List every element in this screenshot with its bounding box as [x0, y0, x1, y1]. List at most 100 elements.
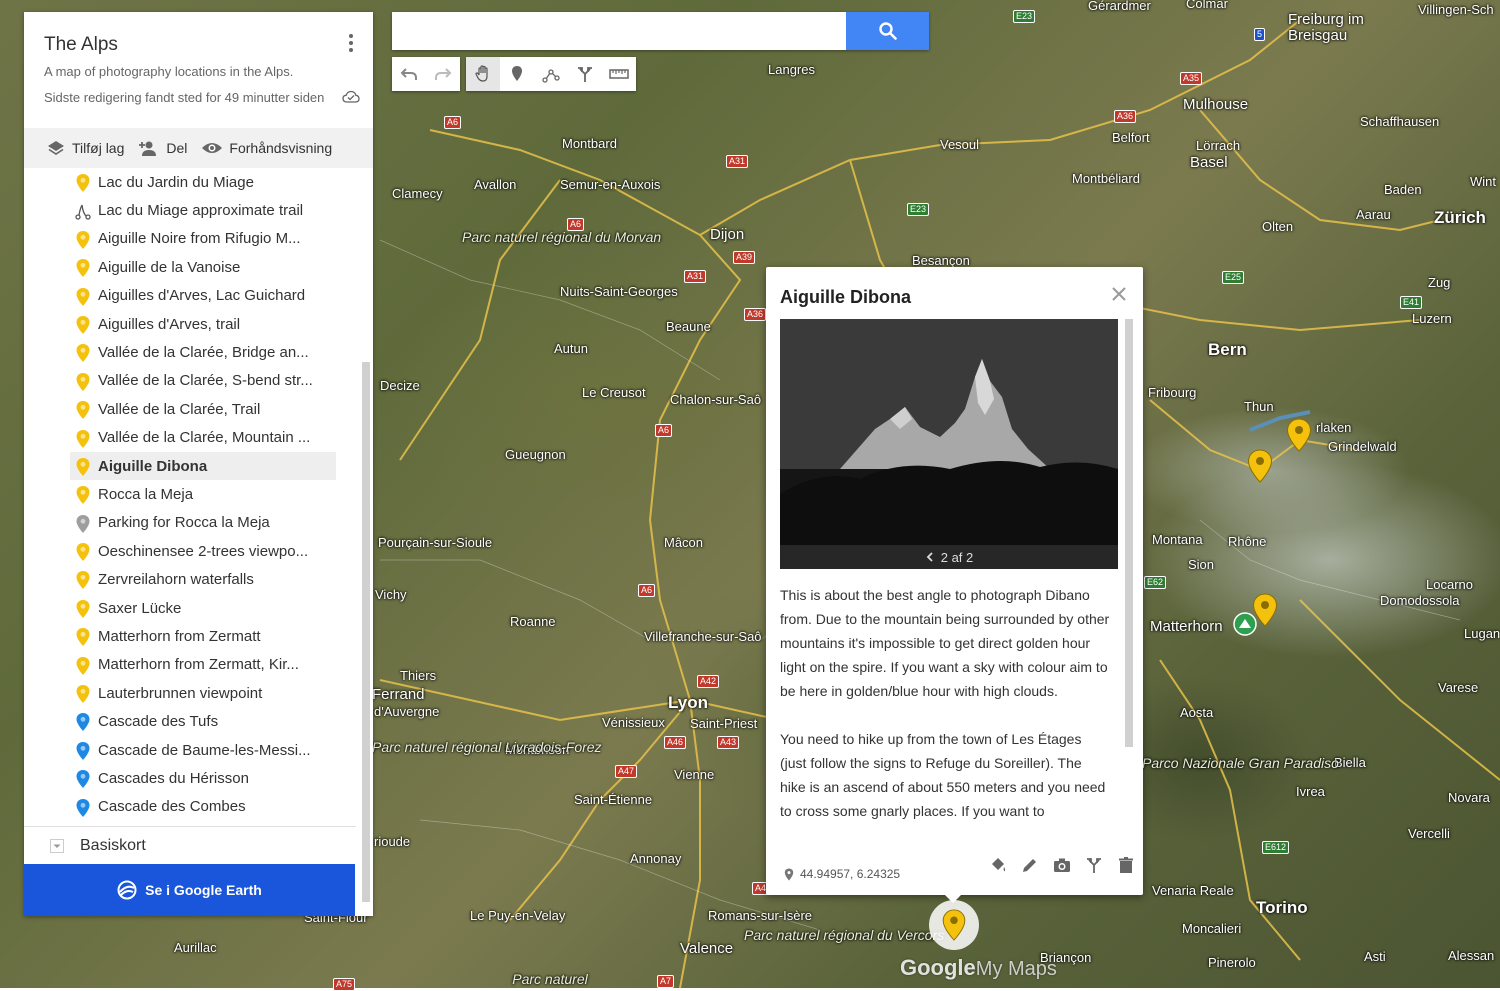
list-item[interactable]: Zervreilahorn waterfalls	[24, 565, 362, 593]
list-item[interactable]: Vallée de la Clarée, Bridge an...	[24, 338, 362, 366]
description-paragraph: This is about the best angle to photogra…	[780, 587, 1110, 699]
pan-tool-button[interactable]	[466, 57, 500, 91]
camera-icon[interactable]	[1052, 855, 1072, 875]
more-options-icon[interactable]	[342, 32, 360, 54]
place-label: Basel	[1190, 154, 1228, 171]
mountain-marker-icon[interactable]	[1233, 612, 1257, 636]
list-item[interactable]: Parking for Rocca la Meja	[24, 509, 362, 537]
place-label: Clamecy	[392, 186, 443, 201]
trash-icon[interactable]	[1116, 855, 1136, 875]
list-item-label: Rocca la Meja	[98, 485, 194, 503]
draw-line-button[interactable]	[534, 57, 568, 91]
pin-yellow-icon	[76, 571, 90, 590]
list-item-label: Aiguille Dibona	[98, 457, 208, 475]
place-label: Varese	[1438, 680, 1479, 695]
share-label: Del	[166, 140, 188, 156]
list-item-label: Saxer Lücke	[98, 599, 182, 617]
basemap-section[interactable]: Basiskort	[24, 826, 356, 865]
cloud-saved-icon	[342, 90, 360, 103]
place-label: Montbard	[562, 136, 617, 151]
directions-icon	[578, 67, 592, 82]
place-label: Villingen-Sch	[1418, 2, 1494, 17]
place-label: Semur-en-Auxois	[560, 177, 661, 192]
place-label: Nuits-Saint-Georges	[560, 284, 678, 299]
road-shield: A46	[664, 736, 687, 749]
place-label: Romans-sur-Isère	[708, 908, 813, 923]
place-label: Le Puy-en-Velay	[470, 908, 566, 923]
list-item[interactable]: Vallée de la Clarée, Trail	[24, 395, 362, 423]
list-item[interactable]: Aiguilles d'Arves, trail	[24, 310, 362, 338]
list-item[interactable]: Matterhorn from Zermatt	[24, 622, 362, 650]
list-item-label: Vallée de la Clarée, Trail	[98, 400, 261, 418]
road-shield: A6	[655, 424, 673, 437]
list-item[interactable]: Aiguille Noire from Rifugio M...	[24, 225, 362, 253]
road-shield: E23	[907, 203, 930, 216]
list-item[interactable]: Vallée de la Clarée, Mountain ...	[24, 424, 362, 452]
place-label: Belfort	[1112, 130, 1150, 145]
directions-icon[interactable]	[1084, 855, 1104, 875]
directions-button[interactable]	[568, 57, 602, 91]
road-shield: E41	[1400, 296, 1423, 309]
list-item[interactable]: Lauterbrunnen viewpoint	[24, 679, 362, 707]
place-label: Le Creusot	[582, 385, 646, 400]
place-label: Chalon-sur-Saô	[670, 392, 762, 407]
card-scrollbar[interactable]	[1125, 319, 1133, 747]
list-item-label: Cascade de Baume-les-Messi...	[98, 741, 311, 759]
add-marker-button[interactable]	[500, 57, 534, 91]
place-label: Grindelwald	[1328, 439, 1397, 454]
list-item[interactable]: Aiguille Dibona	[70, 451, 336, 481]
redo-button[interactable]	[426, 57, 460, 91]
panel-header: The Alps A map of photography locations …	[24, 12, 373, 128]
search-button[interactable]	[846, 12, 929, 50]
measure-button[interactable]	[602, 57, 636, 91]
share-button[interactable]: Del	[138, 139, 187, 157]
chevron-left-icon[interactable]	[925, 552, 935, 562]
list-item[interactable]: Cascade des Combes	[24, 793, 362, 821]
panel-scrollbar[interactable]	[362, 362, 370, 902]
list-item[interactable]: Cascades du Hérisson	[24, 764, 362, 792]
map-marker-pin[interactable]	[1286, 418, 1312, 452]
list-item-label: Oeschinensee 2-trees viewpo...	[98, 542, 309, 560]
eye-icon	[202, 143, 223, 153]
preview-label: Forhåndsvisning	[229, 140, 333, 156]
road-shield: A47	[615, 765, 638, 778]
list-item[interactable]: Cascade des Tufs	[24, 707, 362, 735]
list-item[interactable]: Aiguille de la Vanoise	[24, 253, 362, 281]
edit-pencil-icon[interactable]	[1020, 855, 1040, 875]
close-icon[interactable]	[1110, 285, 1128, 303]
list-item[interactable]: Vallée de la Clarée, S-bend str...	[24, 367, 362, 395]
search-input[interactable]	[392, 12, 832, 50]
road-shield: A31	[726, 155, 749, 168]
road-shield: E612	[1262, 841, 1290, 854]
list-item[interactable]: Matterhorn from Zermatt, Kir...	[24, 651, 362, 679]
hand-icon	[475, 65, 488, 82]
view-in-google-earth-button[interactable]: Se i Google Earth	[24, 864, 355, 916]
undo-button[interactable]	[392, 57, 426, 91]
list-item[interactable]: Lac du Jardin du Miage	[24, 168, 362, 196]
paint-bucket-icon[interactable]	[988, 855, 1008, 875]
selected-marker[interactable]	[929, 900, 979, 950]
list-item[interactable]: Rocca la Meja	[24, 480, 362, 508]
map-marker-pin[interactable]	[1247, 449, 1273, 483]
earth-button-label: Se i Google Earth	[145, 882, 262, 898]
coordinates-text: 44.94957, 6.24325	[800, 867, 901, 881]
map-title[interactable]: The Alps	[44, 34, 118, 56]
map-description[interactable]: A map of photography locations in the Al…	[44, 64, 293, 79]
feature-photo[interactable]: 2 af 2	[780, 319, 1118, 569]
map-toolbar	[392, 57, 636, 91]
place-label: Lugan	[1464, 626, 1500, 641]
expand-arrow-icon[interactable]	[50, 839, 64, 853]
place-label: Alessan	[1448, 948, 1495, 963]
list-item[interactable]: Cascade de Baume-les-Messi...	[24, 736, 362, 764]
road-shield: E25	[1222, 271, 1245, 284]
preview-button[interactable]: Forhåndsvisning	[201, 140, 332, 156]
place-label: Luzern	[1412, 311, 1452, 326]
list-item[interactable]: Aiguilles d'Arves, Lac Guichard	[24, 282, 362, 310]
list-item[interactable]: Oeschinensee 2-trees viewpo...	[24, 537, 362, 565]
list-item-label: Lac du Jardin du Miage	[98, 173, 254, 191]
list-item[interactable]: Saxer Lücke	[24, 594, 362, 622]
list-item[interactable]: Lac du Miage approximate trail	[24, 196, 362, 224]
add-layer-button[interactable]: Tilføj lag	[46, 139, 124, 157]
feature-info-card: Aiguille Dibona 2 af 2 This is about the…	[766, 267, 1143, 895]
card-description: This is about the best angle to photogra…	[780, 583, 1110, 845]
